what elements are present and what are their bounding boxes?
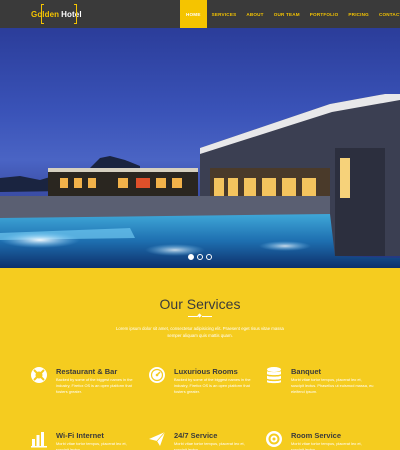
service-banquet: Banquet Morbi vitae tortor tempus, place… xyxy=(265,366,375,406)
service-wifi-internet: Wi-Fi Internet Morbi vitae tortor tempus… xyxy=(30,430,140,450)
nav-home[interactable]: HOME xyxy=(180,0,207,28)
service-desc: Morbi vitae tortor tempus, placerat leo … xyxy=(291,441,362,450)
nav-services[interactable]: SERVICES xyxy=(207,0,242,28)
service-desc: Backed by some of the biggest names in t… xyxy=(174,377,251,394)
services-section: Our Services Lorem ipsum dolor sit amet,… xyxy=(0,268,400,450)
service-desc: Morbi vitae tortor tempus, placerat leo … xyxy=(291,377,374,394)
nav-our-team[interactable]: OUR TEAM xyxy=(269,0,305,28)
hotel-night-photo xyxy=(0,94,400,268)
main-nav: HOME SERVICES ABOUT OUR TEAM PORTFOLIO P… xyxy=(180,0,400,28)
logo-bracket-right xyxy=(74,4,77,24)
brand-word-golden: Golden xyxy=(31,9,60,19)
site-header: Golden Hotel HOME SERVICES ABOUT OUR TEA… xyxy=(0,0,400,28)
service-title: Restaurant & Bar xyxy=(56,367,118,376)
paper-plane-icon xyxy=(149,431,166,446)
service-title: Wi-Fi Internet xyxy=(56,431,104,440)
logo-bracket-left xyxy=(41,4,44,24)
service-desc: Backed by some of the biggest names in t… xyxy=(56,377,133,394)
service-desc: Morbi vitae tortor tempus, placerat leo … xyxy=(56,441,127,450)
service-24-7: 24/7 Service Morbi vitae tortor tempus, … xyxy=(148,430,258,450)
title-divider xyxy=(188,313,212,318)
life-ring-icon xyxy=(31,367,47,383)
slider-dot-2[interactable] xyxy=(197,254,203,260)
hero-slider[interactable] xyxy=(0,28,400,268)
services-intro: Lorem ipsum dolor sit amet, consectetur … xyxy=(116,326,284,338)
bar-chart-icon xyxy=(31,432,47,448)
services-title: Our Services xyxy=(159,296,241,312)
slider-dot-3[interactable] xyxy=(206,254,212,260)
service-title: 24/7 Service xyxy=(174,431,218,440)
brand-word-hotel: Hotel xyxy=(61,9,82,19)
service-desc: Morbi vitae tortor tempus, placerat leo … xyxy=(174,441,245,450)
bullseye-icon xyxy=(266,431,282,447)
database-icon xyxy=(267,367,281,384)
service-title: Room Service xyxy=(291,431,342,440)
service-title: Luxurious Rooms xyxy=(174,367,238,376)
nav-pricing[interactable]: PRICING xyxy=(343,0,374,28)
service-luxurious-rooms: Luxurious Rooms Backed by some of the bi… xyxy=(148,366,258,406)
nav-about[interactable]: ABOUT xyxy=(241,0,268,28)
gauge-icon xyxy=(149,367,165,383)
service-restaurant-bar: Restaurant & Bar Backed by some of the b… xyxy=(30,366,140,406)
slider-dots xyxy=(188,254,212,260)
nav-contact[interactable]: CONTACT xyxy=(374,0,400,28)
service-title: Banquet xyxy=(291,367,321,376)
nav-portfolio[interactable]: PORTFOLIO xyxy=(305,0,344,28)
service-room-service: Room Service Morbi vitae tortor tempus, … xyxy=(265,430,375,450)
slider-dot-1[interactable] xyxy=(188,254,194,260)
brand-logo[interactable]: Golden Hotel xyxy=(31,4,82,24)
